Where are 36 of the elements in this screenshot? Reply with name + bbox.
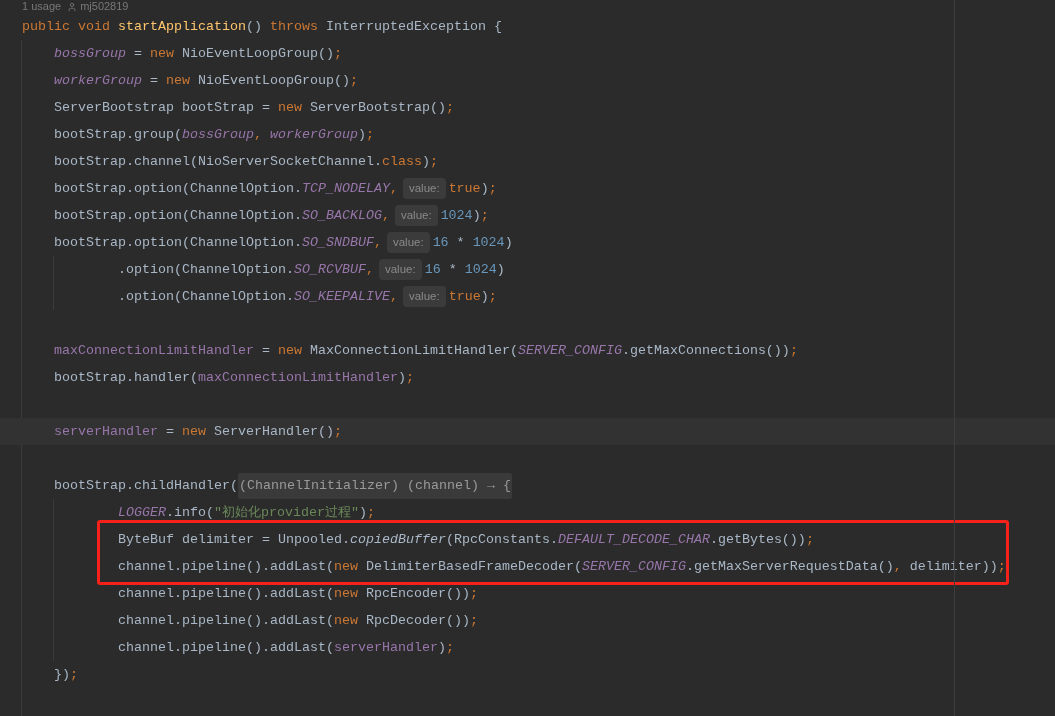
code-text: true); [448,287,497,306]
code-text: LOGGER.info("初始化provider过程"); [118,503,375,522]
code-text: ServerBootstrap bootStrap = new ServerBootstrap(); [54,98,454,117]
code-text: bootStrap.option(ChannelOption.SO_BACKLOG, [54,206,390,225]
code-text: workerGroup = new NioEventLoopGroup(); [54,71,358,90]
code-text: bootStrap.handler(maxConnectionLimitHandler); [54,368,414,387]
code-text: bootStrap.channel(NioServerSocketChannel.class); [54,152,438,171]
code-text: .option(ChannelOption.SO_KEEPALIVE, [118,287,398,306]
code-text: channel.pipeline().addLast(serverHandler); [118,638,454,657]
code-text: channel.pipeline().addLast(new RpcDecoder()); [118,611,478,630]
code-text: serverHandler = new ServerHandler(); [54,422,342,441]
inlay-hint: value: [378,259,422,280]
code-text: channel.pipeline().addLast(new RpcEncoder()); [118,584,478,603]
code-text: .option(ChannelOption.SO_RCVBUF, [118,260,374,279]
code-text: }); [54,665,78,684]
inlay-hint: value: [402,286,446,307]
code-text: bootStrap.option(ChannelOption.TCP_NODELAY, [54,179,398,198]
author-name: mj502819 [80,1,129,12]
inlay-hint: value: [394,205,438,226]
code-text: bossGroup = new NioEventLoopGroup(); [54,44,342,63]
person-icon [67,1,78,12]
code-text: public void startApplication() throws InterruptedException { [22,17,502,36]
code-text: maxConnectionLimitHandler = new MaxConnectionLimitHandler(SERVER_CONFIG.getMaxConnections()); [54,341,798,360]
code-text: bootStrap.option(ChannelOption.SO_SNDBUF, [54,233,382,252]
code-text: channel.pipeline().addLast(new DelimiterBasedFrameDecoder(SERVER_CONFIG.getMaxServerRequestData(), delimiter)); [118,557,1006,576]
folded-code[interactable]: (ChannelInitializer) (channel) → { [237,472,512,499]
code-text: 16 * 1024) [424,260,505,279]
inlay-hint: value: [402,178,446,199]
usage-count[interactable]: 1 usage [22,1,62,12]
code-text: bootStrap.group(bossGroup, workerGroup); [54,125,374,144]
code-text: bootStrap.childHandler( [54,476,238,495]
code-text: 1024); [440,206,489,225]
code-text: true); [448,179,497,198]
code-text: 16 * 1024) [432,233,513,252]
inlay-hint: value: [386,232,430,253]
code-text: ByteBuf delimiter = Unpooled.copiedBuffer(RpcConstants.DEFAULT_DECODE_CHAR.getBytes()); [118,530,814,549]
